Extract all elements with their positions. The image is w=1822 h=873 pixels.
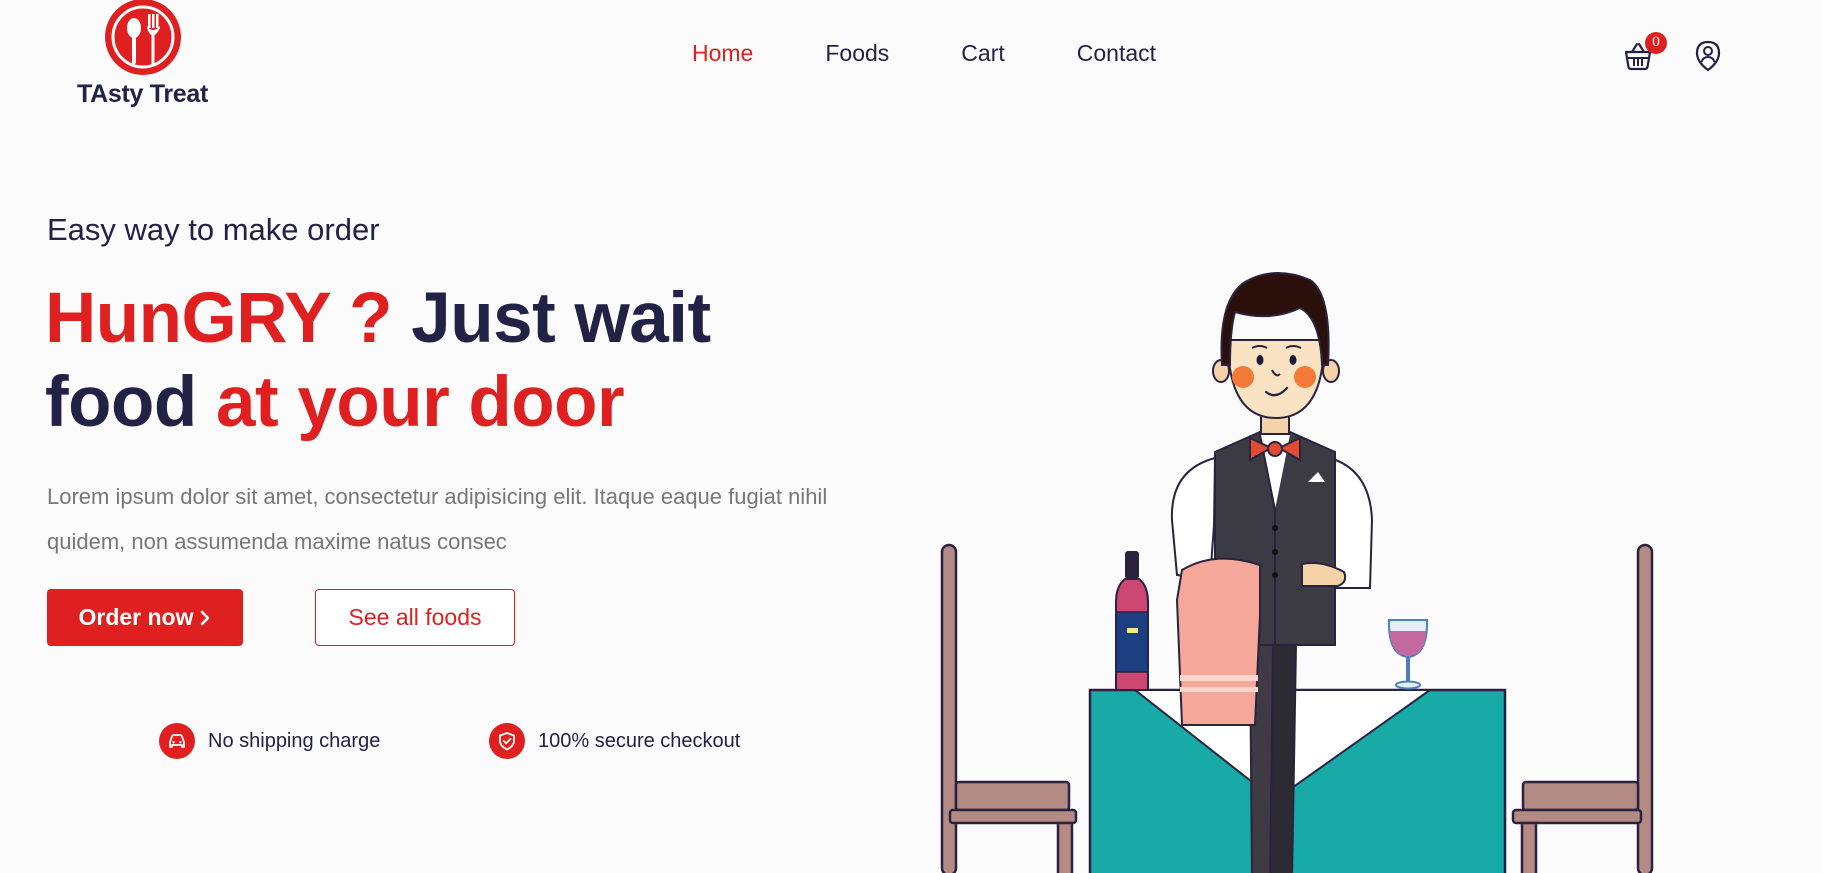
wine-glass <box>1387 619 1429 690</box>
hero-subtitle: Easy way to make order <box>47 212 380 247</box>
shield-check-icon <box>489 723 525 759</box>
user-button[interactable] <box>1690 38 1726 74</box>
chevron-right-icon <box>200 610 209 625</box>
nav-link-contact[interactable]: Contact <box>1077 40 1156 67</box>
feature-label: 100% secure checkout <box>538 729 741 752</box>
main-nav: Home Foods Cart Contact <box>692 40 1228 67</box>
nav-link-cart[interactable]: Cart <box>961 40 1004 67</box>
hero-title: HunGRY ? Just wait food at your door <box>45 277 805 445</box>
nav-icons: 0 <box>1620 32 1726 74</box>
nav-link-foods[interactable]: Foods <box>825 40 889 67</box>
cart-count-badge: 0 <box>1645 32 1667 54</box>
cart-button[interactable]: 0 <box>1620 32 1667 74</box>
hero-title-food: food <box>45 363 197 442</box>
hero-description: Lorem ipsum dolor sit amet, consectetur … <box>47 484 828 554</box>
page: TAsty Treat Home Foods Cart Contact 0 Ea… <box>0 0 1822 873</box>
feature-label: No shipping charge <box>208 729 381 752</box>
order-now-label: Order now <box>78 604 194 630</box>
table <box>1088 688 1507 873</box>
brand-name: TAsty Treat <box>76 80 208 108</box>
nav-link-home[interactable]: Home <box>692 40 753 67</box>
wine-bottle <box>1115 551 1149 691</box>
logo[interactable]: TAsty Treat <box>70 0 215 109</box>
see-all-foods-button[interactable]: See all foods <box>315 589 515 646</box>
header: TAsty Treat Home Foods Cart Contact 0 <box>0 0 1822 130</box>
feature-secure-checkout: 100% secure checkout <box>489 723 740 759</box>
feature-no-shipping: No shipping charge <box>159 723 380 759</box>
left-chair <box>940 543 1078 873</box>
hero-title-just-wait: Just wait <box>392 279 711 358</box>
hero-title-at-your-door: at your door <box>196 363 625 442</box>
right-chair <box>1511 543 1654 873</box>
spoon-fork-icon <box>104 0 181 75</box>
user-icon <box>1695 40 1721 72</box>
waiter-illustration <box>940 271 1654 873</box>
order-now-button[interactable]: Order now <box>47 589 243 646</box>
car-icon <box>159 723 195 759</box>
hero-title-hungry: HunGRY ? <box>45 279 393 358</box>
